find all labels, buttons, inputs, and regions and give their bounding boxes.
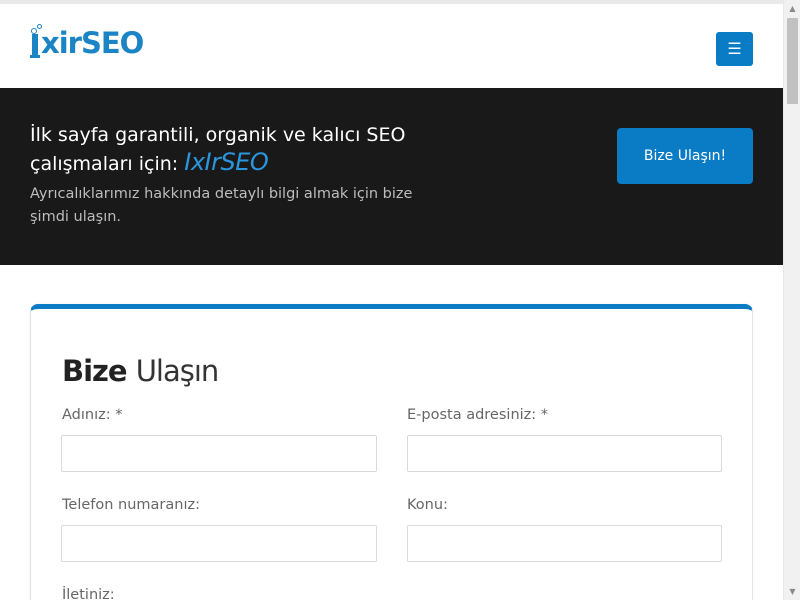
scroll-up-arrow-icon[interactable]: ▲ — [784, 0, 800, 17]
contact-form-title: Bize Ulaşın — [62, 354, 220, 388]
vertical-scrollbar[interactable]: ▲ ▼ — [783, 0, 800, 600]
hero-title: İlk sayfa garantili, organik ve kalıcı S… — [30, 122, 450, 178]
scrollbar-thumb[interactable] — [787, 18, 798, 104]
name-input[interactable] — [61, 435, 377, 472]
message-label: İletiniz: — [62, 587, 115, 600]
logo-text: xirSEO — [41, 26, 144, 60]
flask-icon — [30, 24, 42, 58]
subject-label: Konu: — [407, 497, 448, 513]
hamburger-icon: ☰ — [727, 41, 742, 58]
contact-cta-button[interactable]: Bize Ulaşın! — [617, 128, 753, 184]
email-label: E-posta adresiniz: * — [407, 407, 549, 423]
phone-label: Telefon numaranız: — [62, 497, 200, 513]
site-logo[interactable]: xirSEO — [30, 24, 144, 60]
phone-input[interactable] — [61, 525, 377, 562]
scroll-down-arrow-icon[interactable]: ▼ — [784, 583, 800, 600]
hero-banner: İlk sayfa garantili, organik ve kalıcı S… — [0, 88, 783, 265]
menu-toggle-button[interactable]: ☰ — [716, 32, 753, 66]
page: xirSEO ☰ İlk sayfa garantili, organik ve… — [0, 0, 783, 600]
email-input[interactable] — [407, 435, 722, 472]
subject-input[interactable] — [407, 525, 722, 562]
contact-form-card: Bize Ulaşın Adınız: * E-posta adresiniz:… — [30, 304, 753, 600]
site-header: xirSEO ☰ — [0, 4, 783, 88]
title-light: Ulaşın — [135, 354, 220, 388]
name-label: Adınız: * — [62, 407, 123, 423]
title-strong: Bize — [62, 354, 128, 388]
hero-brand: IxIrSEO — [184, 148, 269, 176]
hero-subtitle: Ayrıcalıklarımız hakkında detaylı bilgi … — [30, 186, 413, 225]
